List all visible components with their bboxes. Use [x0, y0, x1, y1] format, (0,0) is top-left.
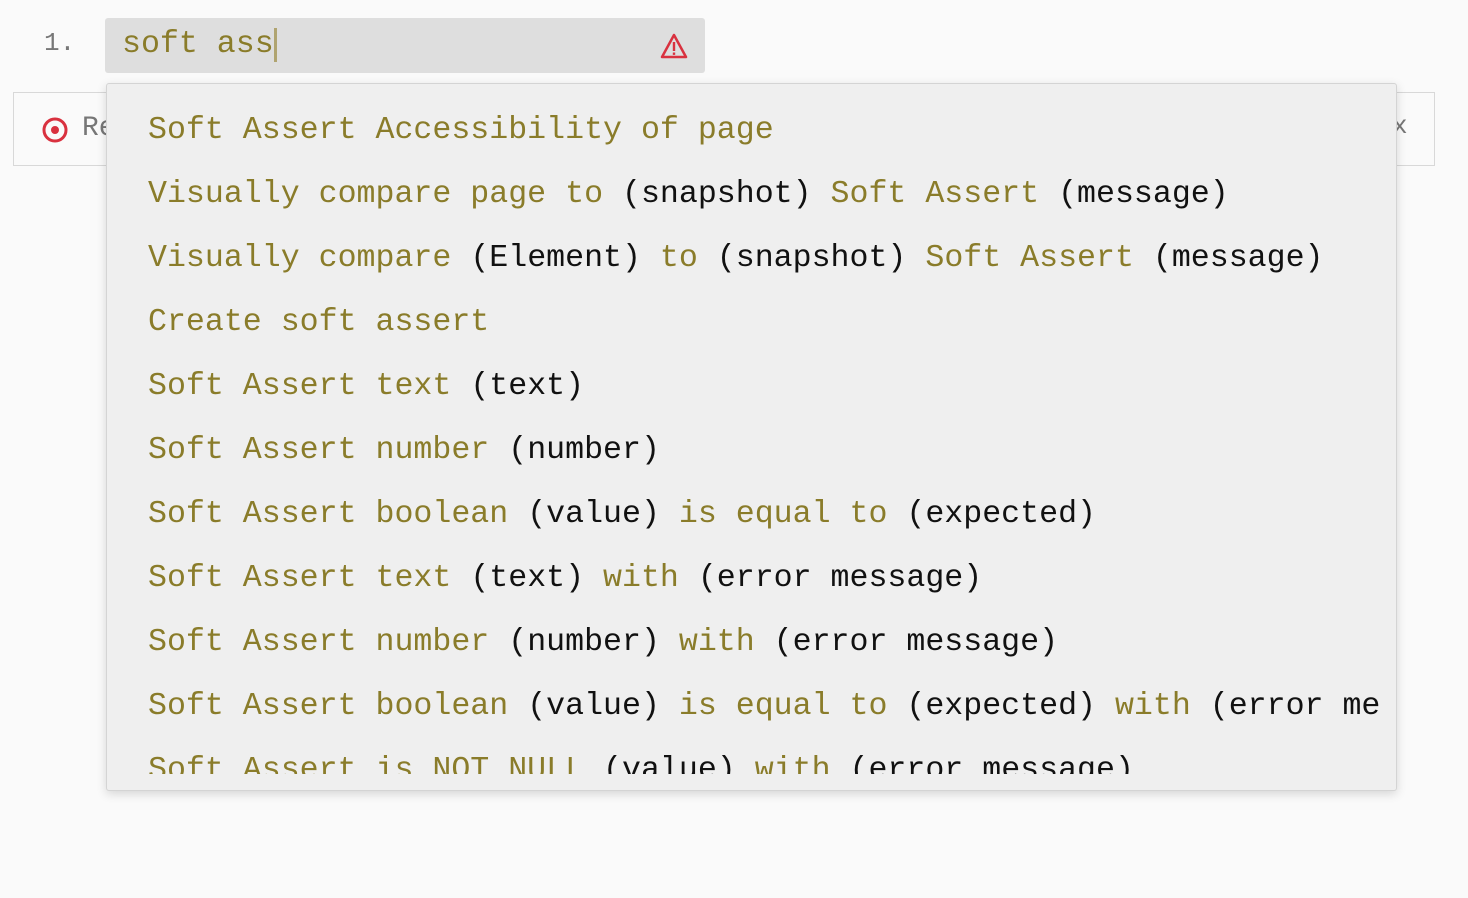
suggestion-keyword: Soft Assert Accessibility of page	[148, 113, 774, 148]
suggestion-parameter: (error message)	[1209, 689, 1382, 724]
suggestion-keyword: Soft Assert boolean	[148, 497, 528, 532]
step-number: 1.	[44, 28, 76, 58]
suggestion-parameter: (message)	[1152, 241, 1324, 276]
suggestion-item[interactable]: Soft Assert is NOT NULL (value) with (er…	[148, 751, 1134, 774]
suggestion-keyword: with	[754, 753, 850, 774]
suggestion-keyword: Create soft assert	[148, 305, 490, 340]
suggestion-parameter: (text)	[470, 369, 585, 404]
suggestion-item[interactable]: Soft Assert number (number)	[148, 431, 660, 471]
suggestion-parameter: (value)	[603, 753, 755, 774]
suggestion-parameter: (error message)	[849, 753, 1134, 774]
suggestion-keyword: to	[659, 241, 717, 276]
suggestion-keyword: Visually compare	[148, 241, 471, 276]
suggestion-parameter: (error message)	[697, 561, 983, 596]
suggestion-keyword: Soft Assert text	[148, 561, 471, 596]
suggestion-keyword: Soft Assert number	[148, 625, 509, 660]
suggestion-parameter: (number)	[508, 433, 660, 468]
suggestion-keyword: Soft Assert text	[148, 369, 471, 404]
autocomplete-dropdown: Soft Assert Accessibility of page Visuall…	[106, 83, 1397, 791]
suggestion-parameter: (number)	[508, 625, 679, 660]
suggestion-item[interactable]: Visually compare page to (snapshot) Soft…	[148, 175, 1229, 215]
suggestion-keyword: Soft Assert boolean	[148, 689, 528, 724]
suggestion-keyword: Soft Assert is NOT NULL	[148, 753, 604, 774]
suggestion-list[interactable]: Soft Assert Accessibility of page Visuall…	[107, 84, 1382, 774]
suggestion-item[interactable]: Soft Assert Accessibility of page	[148, 111, 774, 151]
suggestion-parameter: (expected)	[906, 689, 1115, 724]
suggestion-item[interactable]: Soft Assert text (text)	[148, 367, 584, 407]
target-icon	[42, 117, 68, 143]
suggestion-keyword: is equal to	[678, 689, 907, 724]
suggestion-keyword: Soft Assert	[830, 177, 1059, 212]
suggestion-parameter: (Element)	[470, 241, 660, 276]
suggestion-keyword: Soft Assert number	[148, 433, 509, 468]
suggestion-parameter: (expected)	[906, 497, 1096, 532]
suggestion-keyword: is equal to	[678, 497, 907, 532]
suggestion-item[interactable]: Soft Assert boolean (value) is equal to …	[148, 495, 1096, 535]
suggestion-keyword: Visually compare page to	[148, 177, 622, 212]
step-input-value[interactable]: soft ass	[122, 27, 274, 62]
suggestion-parameter: (snapshot)	[621, 177, 831, 212]
suggestion-keyword: with	[603, 561, 698, 596]
text-caret	[273, 28, 277, 62]
suggestion-item[interactable]: Soft Assert text (text) with (error mess…	[148, 559, 982, 599]
suggestion-parameter: (text)	[470, 561, 604, 596]
warning-triangle-icon	[660, 33, 688, 59]
suggestion-item[interactable]: Soft Assert number (number) with (error …	[148, 623, 1058, 663]
suggestion-parameter: (value)	[527, 497, 679, 532]
suggestion-parameter: (snapshot)	[716, 241, 926, 276]
suggestion-keyword: Soft Assert	[925, 241, 1153, 276]
suggestion-parameter: (error message)	[773, 625, 1059, 660]
suggestion-parameter: (value)	[527, 689, 679, 724]
suggestion-item[interactable]: Visually compare (Element) to (snapshot)…	[148, 239, 1324, 279]
suggestion-parameter: (message)	[1058, 177, 1229, 212]
suggestion-item[interactable]: Soft Assert boolean (value) is equal to …	[148, 687, 1382, 727]
step-input[interactable]: soft ass	[105, 18, 705, 73]
suggestion-item[interactable]: Create soft assert	[148, 303, 489, 343]
suggestion-keyword: with	[678, 625, 774, 660]
suggestion-keyword: with	[1114, 689, 1210, 724]
